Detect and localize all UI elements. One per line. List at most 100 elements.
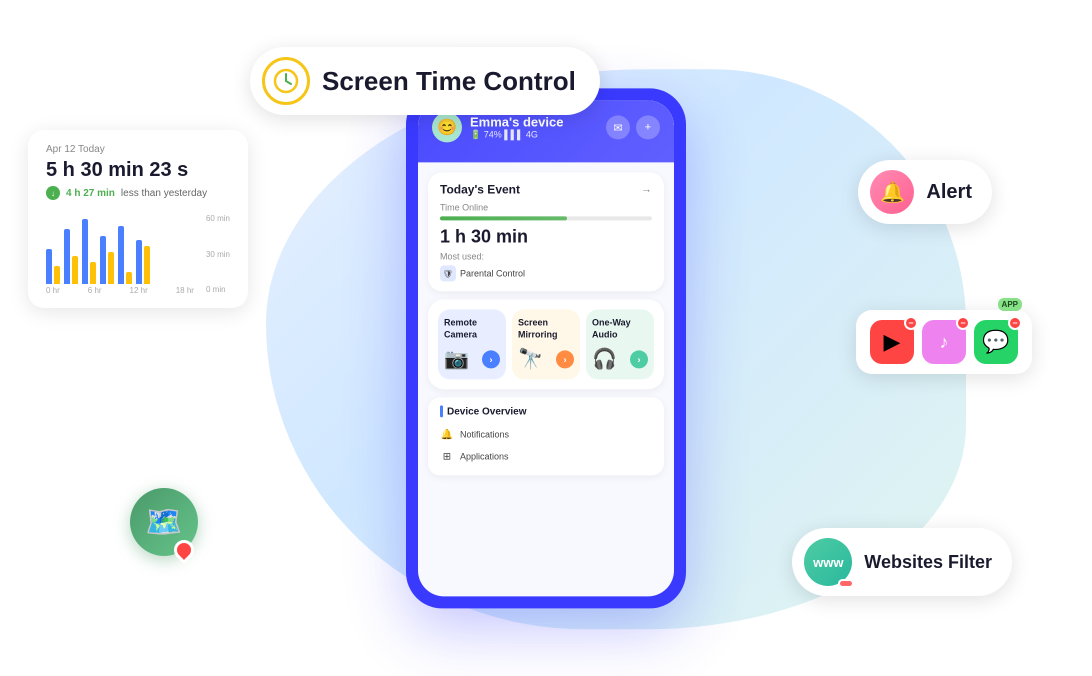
screen-mirroring-row: 🔭 ›	[518, 347, 574, 372]
remote-camera-btn[interactable]: ›	[482, 350, 500, 368]
bar-group-1	[46, 249, 60, 284]
y-label-30: 30 min	[206, 250, 230, 259]
bar-group-4	[100, 236, 114, 284]
bar-blue	[46, 249, 52, 284]
location-badge: 🗺️	[130, 488, 198, 556]
stats-time: 5 h 30 min 23 s	[46, 159, 230, 182]
chart-x-labels: 0 hr 6 hr 12 hr 18 hr	[46, 286, 194, 295]
x-label-6: 6 hr	[88, 286, 102, 295]
parental-control-icon: 🛡	[440, 265, 456, 281]
event-time: 1 h 30 min	[440, 226, 652, 247]
diff-text: less than yesterday	[121, 188, 207, 199]
alert-text: Alert	[926, 181, 972, 204]
event-title: Today's Event	[440, 182, 520, 196]
bar-yellow	[108, 252, 114, 284]
phone-content: Today's Event → Time Online 1 h 30 min M…	[418, 162, 674, 578]
one-way-audio-btn[interactable]: ›	[630, 350, 648, 368]
tiktok-icon[interactable]: ♪ −	[922, 320, 966, 364]
screen-time-title: Screen Time Control	[322, 66, 576, 97]
alert-badge: 🔔 Alert	[858, 160, 992, 224]
www-icon: www	[804, 538, 852, 586]
whatsapp-block-badge: −	[1008, 316, 1022, 330]
chart-y-labels: 60 min 30 min 0 min	[206, 214, 230, 294]
youtube-icon[interactable]: ▶ −	[870, 320, 914, 364]
x-label-12: 12 hr	[130, 286, 148, 295]
device-name: Emma's device	[470, 114, 563, 129]
bar-yellow	[144, 246, 150, 284]
filter-toggle[interactable]	[838, 579, 854, 588]
parental-control-name: Parental Control	[460, 268, 525, 278]
stats-date: Apr 12 Today	[46, 144, 230, 155]
overview-accent	[440, 406, 443, 418]
remote-camera-label: RemoteCamera	[444, 317, 477, 340]
bell-icon: 🔔	[440, 428, 454, 442]
down-arrow-icon: ↓	[46, 186, 60, 200]
x-label-18: 18 hr	[176, 286, 194, 295]
chart-bars	[46, 214, 194, 284]
bar-blue	[136, 240, 142, 284]
applications-label: Applications	[460, 452, 509, 462]
bar-group-6	[136, 240, 150, 284]
bar-yellow	[90, 262, 96, 284]
alert-icon: 🔔	[870, 170, 914, 214]
bar-group-5	[118, 226, 132, 284]
notifications-item[interactable]: 🔔 Notifications	[440, 424, 652, 446]
phone-header-icons: ✉ +	[606, 115, 660, 139]
bar-yellow	[72, 256, 78, 284]
screen-mirroring-label: ScreenMirroring	[518, 317, 558, 340]
device-overview: Device Overview 🔔 Notifications ⊞ Applic…	[428, 398, 664, 476]
time-progress-bg	[440, 216, 652, 220]
one-way-audio-label: One-WayAudio	[592, 317, 631, 340]
remote-camera-card[interactable]: RemoteCamera 📷 ›	[438, 309, 506, 379]
binoculars-emoji: 🔭	[518, 347, 543, 372]
websites-filter-badge: www Websites Filter	[792, 528, 1012, 596]
app-label: APP	[998, 298, 1022, 311]
screen-time-badge: Screen Time Control	[250, 47, 600, 115]
bar-blue	[82, 219, 88, 284]
clock-icon	[262, 57, 310, 105]
most-used-label: Most used:	[440, 251, 652, 261]
phone-mockup: 😊 Emma's device 🔋 74% ▌▌▌ 4G ✉ + Today's	[406, 88, 686, 608]
time-online-label: Time Online	[440, 202, 652, 212]
phone-header-top: 😊 Emma's device 🔋 74% ▌▌▌ 4G ✉ +	[432, 112, 660, 142]
stats-diff: ↓ 4 h 27 min less than yesterday	[46, 186, 230, 200]
screen-mirroring-card[interactable]: ScreenMirroring 🔭 ›	[512, 309, 580, 379]
usage-chart: 60 min 30 min 0 min	[46, 214, 230, 294]
event-card: Today's Event → Time Online 1 h 30 min M…	[428, 172, 664, 291]
y-label-60: 60 min	[206, 214, 230, 223]
whatsapp-icon[interactable]: 💬 − APP	[974, 320, 1018, 364]
event-arrow-icon[interactable]: →	[641, 183, 652, 195]
tiktok-block-badge: −	[956, 316, 970, 330]
plus-icon[interactable]: +	[636, 115, 660, 139]
time-progress-fill	[440, 216, 567, 220]
device-status: 🔋 74% ▌▌▌ 4G	[470, 129, 563, 140]
bar-blue	[118, 226, 124, 284]
app-block-row: ▶ − ♪ − 💬 − APP	[856, 310, 1032, 374]
bar-blue	[100, 236, 106, 284]
camera-emoji: 📷	[444, 347, 469, 372]
parental-control-item: 🛡 Parental Control	[440, 265, 652, 281]
stats-card: Apr 12 Today 5 h 30 min 23 s ↓ 4 h 27 mi…	[28, 130, 248, 308]
diff-value: 4 h 27 min	[66, 188, 115, 199]
websites-filter-text: Websites Filter	[864, 552, 992, 573]
y-label-0: 0 min	[206, 285, 230, 294]
bar-blue	[64, 229, 70, 284]
overview-title: Device Overview	[440, 406, 652, 418]
device-text: Emma's device 🔋 74% ▌▌▌ 4G	[470, 114, 563, 140]
device-info: 😊 Emma's device 🔋 74% ▌▌▌ 4G	[432, 112, 563, 142]
grid-icon: ⊞	[440, 450, 454, 464]
screen-mirroring-btn[interactable]: ›	[556, 350, 574, 368]
message-icon[interactable]: ✉	[606, 115, 630, 139]
bar-yellow	[54, 266, 60, 284]
remote-camera-row: 📷 ›	[444, 347, 500, 372]
device-avatar: 😊	[432, 112, 462, 142]
overview-title-text: Device Overview	[447, 406, 527, 417]
event-header: Today's Event →	[440, 182, 652, 196]
youtube-block-badge: −	[904, 316, 918, 330]
feature-cards: RemoteCamera 📷 › ScreenMirroring 🔭 › One…	[428, 299, 664, 389]
applications-item[interactable]: ⊞ Applications	[440, 446, 652, 468]
headphones-emoji: 🎧	[592, 347, 617, 372]
one-way-audio-card[interactable]: One-WayAudio 🎧 ›	[586, 309, 654, 379]
bar-yellow	[126, 272, 132, 284]
one-way-audio-row: 🎧 ›	[592, 347, 648, 372]
